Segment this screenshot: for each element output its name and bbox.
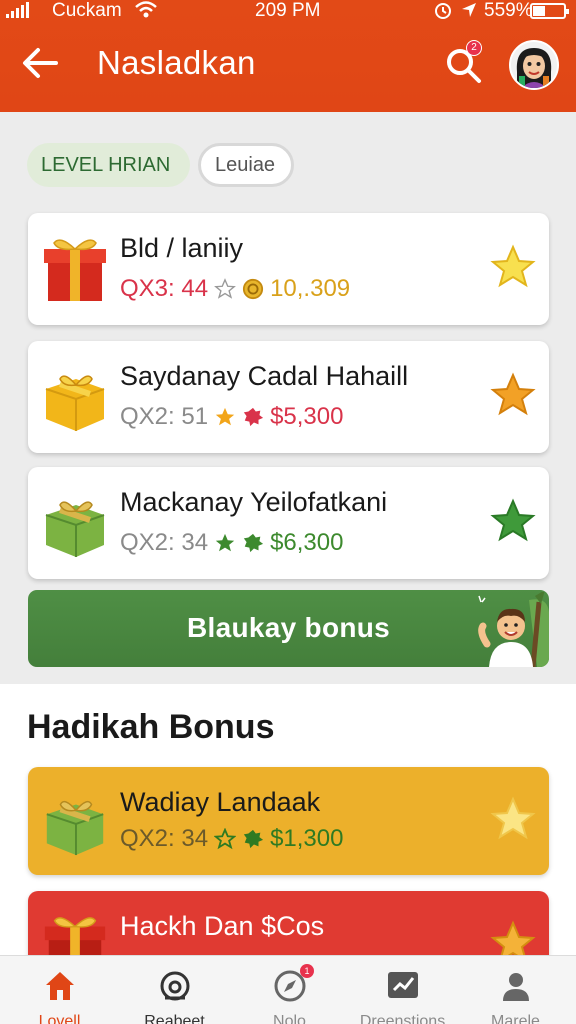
home-icon xyxy=(46,972,74,1000)
list-item[interactable]: Bld / laniiy QX3: 44 10,.309 xyxy=(28,213,549,325)
nav-item-home[interactable]: Lovell xyxy=(2,956,117,1024)
favorite-star-icon[interactable] xyxy=(489,371,537,419)
item-price: $5,300 xyxy=(270,403,344,430)
status-bar: Cuckam 209 PM 559% xyxy=(0,0,576,24)
item-code: QX2: 34 xyxy=(120,529,209,556)
list-item[interactable]: Wadiay Landaak QX2: 34 $1,300 xyxy=(28,767,549,875)
gift-box-red-icon xyxy=(42,233,108,305)
nav-item-camera[interactable]: Reabeet xyxy=(117,956,232,1024)
camera-icon xyxy=(160,971,190,1001)
nav-item-chart[interactable]: Dreenstions xyxy=(345,956,460,1024)
item-code: QX2: 34 xyxy=(120,825,209,852)
chip-level[interactable]: LEVEL HRIAN xyxy=(27,143,190,187)
favorite-star-icon[interactable] xyxy=(489,243,537,291)
bonus-button[interactable]: Blaukay bonus xyxy=(28,590,549,667)
gift-box-green-icon xyxy=(42,787,108,857)
item-name: Mackanay Yeilofatkani xyxy=(120,487,388,517)
nav-label: Nolo xyxy=(273,1013,306,1024)
item-code: QX3: 44 xyxy=(120,275,209,302)
star-outline-icon xyxy=(214,278,237,299)
wifi-icon xyxy=(134,0,158,26)
nav-label: Reabeet xyxy=(144,1013,205,1024)
item-meta: QX2: 51 $5,300 xyxy=(120,403,343,431)
chip-other[interactable]: Leuiae xyxy=(198,143,294,187)
back-button[interactable] xyxy=(20,42,62,84)
avatar[interactable] xyxy=(509,40,559,90)
item-meta: QX3: 44 10,.309 xyxy=(120,275,350,303)
badge-icon xyxy=(243,407,264,427)
alarm-icon xyxy=(434,2,452,25)
app-header: Cuckam 209 PM 559% Nasladkan 2 xyxy=(0,0,576,112)
mascot-illustration xyxy=(449,590,549,667)
item-name: Bld / laniiy xyxy=(120,233,244,263)
item-price: $1,300 xyxy=(270,825,344,852)
search-button[interactable]: 2 xyxy=(442,40,484,86)
search-badge: 2 xyxy=(466,40,482,56)
favorite-star-icon[interactable] xyxy=(489,497,537,545)
clock: 209 PM xyxy=(255,0,321,21)
avatar-icon xyxy=(511,42,557,88)
nav-item-compass[interactable]: 1 Nolo xyxy=(232,956,347,1024)
item-meta: QX2: 34 $1,300 xyxy=(120,825,343,853)
item-name: Wadiay Landaak xyxy=(120,787,321,817)
nav-label: Dreenstions xyxy=(359,1013,446,1024)
signal-icon xyxy=(6,2,29,18)
section-title: Hadikah Bonus xyxy=(27,708,275,746)
badge-icon xyxy=(243,829,264,849)
item-price: $6,300 xyxy=(270,529,344,556)
item-code: QX2: 51 xyxy=(120,403,209,430)
item-price: 10,.309 xyxy=(270,275,351,302)
gift-box-yellow-icon xyxy=(42,361,108,433)
badge-icon xyxy=(243,533,264,553)
page-title: Nasladkan xyxy=(97,44,256,81)
coin-icon xyxy=(242,278,264,300)
list-item[interactable]: Mackanay Yeilofatkani QX2: 34 $6,300 xyxy=(28,467,549,579)
bottom-nav: Lovell Reabeet 1 Nolo Dreenstions Marele xyxy=(0,955,576,1024)
back-arrow-icon xyxy=(23,48,58,78)
item-name: Hackh Dan $Cos xyxy=(120,911,325,941)
chart-icon xyxy=(388,972,418,998)
nav-label: Marele xyxy=(491,1013,540,1024)
star-outline-icon xyxy=(214,828,237,850)
list-item[interactable]: Saydanay Cadal Hahaill QX2: 51 $5,300 xyxy=(28,341,549,453)
item-meta: QX2: 34 $6,300 xyxy=(120,529,343,557)
item-name: Saydanay Cadal Hahaill xyxy=(120,361,409,391)
nav-item-profile[interactable]: Marele xyxy=(458,956,573,1024)
location-icon xyxy=(460,1,478,24)
gift-box-green-icon xyxy=(42,487,108,559)
nav-badge: 1 xyxy=(300,964,314,978)
star-icon xyxy=(215,407,235,426)
favorite-star-icon[interactable] xyxy=(489,795,537,843)
nav-label: Lovell xyxy=(38,1013,81,1024)
carrier-label: Cuckam xyxy=(52,0,122,21)
star-icon xyxy=(215,533,235,552)
battery-percent: 559% xyxy=(484,0,533,21)
battery-icon xyxy=(530,3,569,19)
profile-icon xyxy=(503,973,529,1001)
